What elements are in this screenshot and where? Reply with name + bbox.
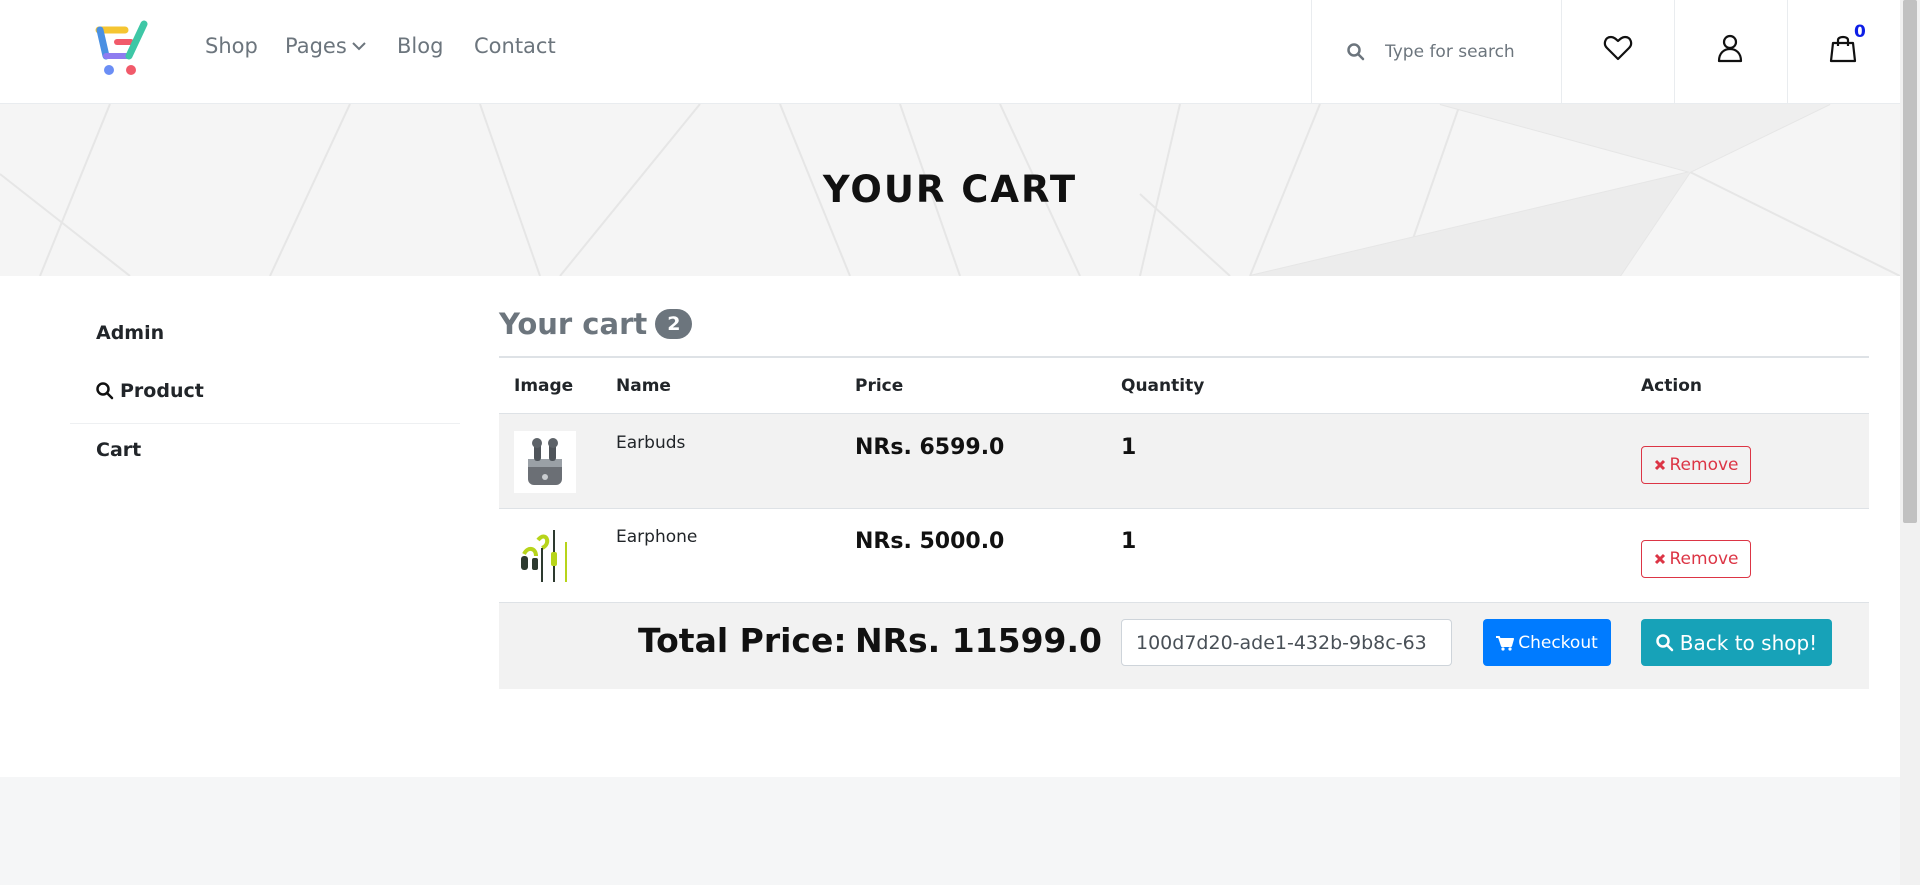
earbuds-thumbnail[interactable] bbox=[514, 431, 576, 493]
remove-button[interactable]: Remove bbox=[1641, 446, 1751, 484]
product-quantity: 1 bbox=[1121, 529, 1137, 554]
column-header-price: Price bbox=[855, 376, 904, 396]
cart-count-badge: 0 bbox=[1854, 22, 1866, 42]
column-header-name: Name bbox=[616, 376, 671, 396]
nav-blog[interactable]: Blog bbox=[397, 34, 443, 58]
scrollbar-thumb[interactable] bbox=[1903, 0, 1917, 523]
search-icon bbox=[1656, 633, 1674, 651]
back-to-shop-button[interactable]: Back to shop! bbox=[1641, 619, 1832, 666]
nav-pages[interactable]: Pages bbox=[285, 34, 367, 58]
remove-button-label: Remove bbox=[1669, 549, 1739, 569]
column-header-image: Image bbox=[514, 376, 574, 396]
search-icon[interactable] bbox=[1347, 42, 1365, 61]
checkout-button[interactable]: Checkout bbox=[1483, 619, 1611, 666]
sidebar-item-cart[interactable]: Cart bbox=[96, 439, 141, 461]
column-header-quantity: Quantity bbox=[1121, 376, 1205, 396]
product-price: NRs. 5000.0 bbox=[855, 529, 1005, 554]
header-divider bbox=[1787, 0, 1788, 103]
order-id-field[interactable] bbox=[1121, 619, 1452, 666]
total-label: Total Price: bbox=[638, 621, 847, 660]
nav-contact[interactable]: Contact bbox=[474, 34, 556, 58]
product-quantity: 1 bbox=[1121, 435, 1137, 460]
product-name: Earbuds bbox=[616, 433, 686, 453]
sidebar-item-product[interactable]: Product bbox=[96, 380, 204, 402]
back-to-shop-label: Back to shop! bbox=[1679, 630, 1818, 655]
product-price: NRs. 6599.0 bbox=[855, 435, 1005, 460]
table-top-border bbox=[499, 356, 1869, 358]
page-title: YOUR CART bbox=[822, 168, 1078, 211]
earphone-thumbnail[interactable] bbox=[514, 524, 576, 586]
sidebar-item-label: Product bbox=[120, 380, 204, 402]
site-header: Shop Pages Blog Contact 0 bbox=[0, 0, 1900, 104]
shopping-cart-icon bbox=[1496, 635, 1515, 651]
search-box bbox=[1311, 0, 1561, 103]
footer-area bbox=[0, 777, 1900, 885]
close-icon bbox=[1654, 459, 1665, 471]
sidebar-item-label: Cart bbox=[96, 439, 142, 461]
cart-heading-label: Your cart bbox=[499, 307, 648, 341]
product-name: Earphone bbox=[616, 527, 698, 547]
search-input[interactable] bbox=[1383, 40, 1547, 63]
cart-heading: Your cart 2 bbox=[499, 307, 693, 341]
nav-shop[interactable]: Shop bbox=[205, 34, 258, 58]
remove-button-label: Remove bbox=[1669, 455, 1739, 475]
page-banner: YOUR CART bbox=[0, 104, 1900, 276]
cart-count-pill: 2 bbox=[655, 309, 693, 339]
column-header-action: Action bbox=[1641, 376, 1702, 396]
checkout-label: Checkout bbox=[1518, 632, 1598, 653]
heart-icon[interactable] bbox=[1603, 33, 1633, 63]
header-divider bbox=[1561, 0, 1562, 103]
chevron-down-icon bbox=[352, 42, 366, 51]
search-icon bbox=[96, 382, 114, 400]
sidebar-divider bbox=[70, 423, 460, 424]
sidebar-item-label: Admin bbox=[96, 322, 165, 344]
total-value: NRs. 11599.0 bbox=[855, 621, 1103, 660]
user-icon[interactable] bbox=[1715, 33, 1745, 63]
nav-pages-label: Pages bbox=[285, 34, 347, 58]
remove-button[interactable]: Remove bbox=[1641, 540, 1751, 578]
close-icon bbox=[1654, 553, 1665, 565]
cart-logo-icon[interactable] bbox=[95, 20, 153, 78]
sidebar-item-admin[interactable]: Admin bbox=[96, 322, 164, 344]
header-divider bbox=[1674, 0, 1675, 103]
